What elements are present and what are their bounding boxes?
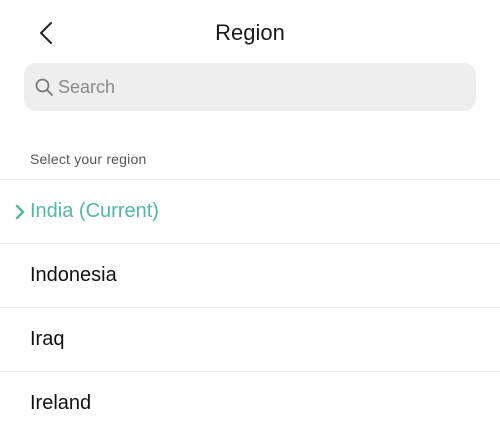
search-input[interactable] (58, 67, 458, 107)
list-item-label: Indonesia (30, 264, 117, 286)
region-screen: Region Select your region India (Current… (0, 0, 500, 425)
region-list: India (Current) Indonesia Iraq Ireland (0, 179, 500, 425)
page-title: Region (215, 20, 285, 45)
list-item-label: Iraq (30, 328, 65, 350)
list-item-ireland[interactable]: Ireland (0, 371, 500, 425)
chevron-right-selected-icon (15, 204, 25, 219)
header-bar: Region (0, 0, 500, 66)
search-icon (35, 78, 53, 96)
list-item-iraq[interactable]: Iraq (0, 307, 500, 371)
list-item-indonesia[interactable]: Indonesia (0, 243, 500, 307)
list-item-label: Ireland (30, 392, 92, 414)
search-bar[interactable] (24, 63, 476, 111)
list-item-india[interactable]: India (Current) (0, 179, 500, 243)
section-label: Select your region (30, 151, 147, 167)
list-item-label: India (Current) (30, 200, 159, 222)
